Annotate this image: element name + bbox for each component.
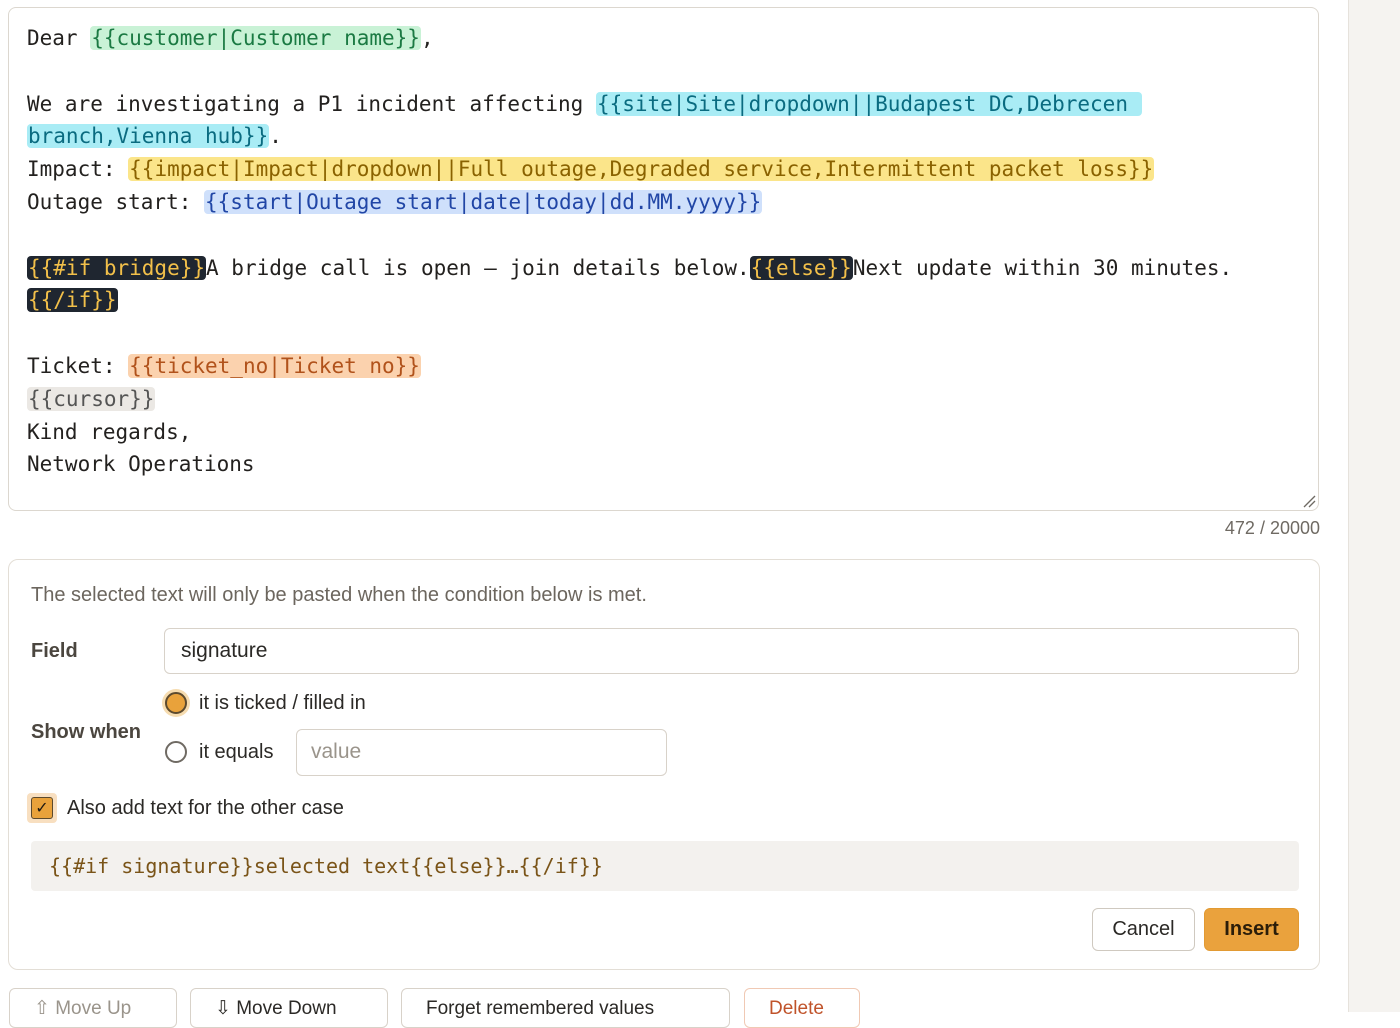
template-token: {{impact|Impact|dropdown||Full outage,De… xyxy=(128,157,1155,182)
radio-equals[interactable] xyxy=(165,741,187,763)
template-token: {{/if}} xyxy=(27,288,118,313)
character-counter: 472 / 20000 xyxy=(1224,518,1320,538)
editor-line: {{#if bridge}}A bridge call is open — jo… xyxy=(27,252,1297,285)
condition-preview: {{#if signature}}selected text{{else}}…{… xyxy=(31,841,1299,891)
template-token: {{ticket_no|Ticket no}} xyxy=(128,353,421,378)
editor-line: Outage start: {{start|Outage start|date|… xyxy=(27,186,1297,219)
side-gutter xyxy=(1348,0,1400,1012)
template-editor[interactable]: Dear {{customer|Customer name}}, We are … xyxy=(8,7,1319,511)
forget-values-button[interactable]: Forget remembered values xyxy=(401,988,730,1028)
delete-button[interactable]: Delete xyxy=(744,988,860,1028)
editor-text-segment: Next update within 30 minutes. xyxy=(852,255,1233,280)
also-add-checkbox[interactable]: ✓ xyxy=(27,793,57,823)
template-token: branch,Vienna hub}} xyxy=(27,124,270,149)
template-text[interactable]: Dear {{customer|Customer name}}, We are … xyxy=(27,22,1297,481)
editor-text-segment: Kind regards, xyxy=(27,419,192,444)
editor-text-segment: Impact: xyxy=(27,157,129,182)
editor-text-segment: Ticket: xyxy=(27,353,129,378)
radio-equals-label[interactable]: it equals xyxy=(199,741,274,764)
editor-line: Impact: {{impact|Impact|dropdown||Full o… xyxy=(27,153,1297,186)
radio-ticked[interactable] xyxy=(165,692,187,714)
editor-line: {{/if}} xyxy=(27,284,1297,317)
editor-line: branch,Vienna hub}}. xyxy=(27,120,1297,153)
editor-line: Ticket: {{ticket_no|Ticket no}} xyxy=(27,350,1297,383)
editor-text-segment: We are investigating a P1 incident affec… xyxy=(27,91,596,116)
template-token: {{cursor}} xyxy=(27,386,156,411)
editor-text-segment: , xyxy=(420,26,434,50)
show-when-label: Show when xyxy=(31,721,141,743)
editor-line: Kind regards, xyxy=(27,416,1297,449)
editor-text-segment: . xyxy=(269,124,282,149)
editor-line: {{cursor}} xyxy=(27,383,1297,416)
editor-line: Network Operations xyxy=(27,448,1297,481)
template-token: {{customer|Customer name}} xyxy=(90,26,421,50)
template-token: {{site|Site|dropdown||Budapest DC,Debrec… xyxy=(595,91,1142,116)
editor-line: Dear {{customer|Customer name}}, xyxy=(27,22,1297,55)
insert-button[interactable]: Insert xyxy=(1204,908,1299,951)
template-token: {{start|Outage start|date|today|dd.MM.yy… xyxy=(204,189,763,214)
field-label: Field xyxy=(31,640,78,662)
condition-panel: The selected text will only be pasted wh… xyxy=(8,559,1320,970)
template-token: {{else}} xyxy=(749,255,853,280)
template-token: {{#if bridge}} xyxy=(27,255,207,280)
radio-ticked-label[interactable]: it is ticked / filled in xyxy=(199,692,366,715)
move-down-button[interactable]: ⇩ Move Down xyxy=(190,988,388,1028)
also-add-label[interactable]: Also add text for the other case xyxy=(67,797,344,820)
cancel-button[interactable]: Cancel xyxy=(1092,908,1195,951)
field-input[interactable]: signature xyxy=(164,628,1299,674)
checkmark-icon: ✓ xyxy=(31,797,53,819)
condition-note: The selected text will only be pasted wh… xyxy=(31,584,647,606)
editor-line: We are investigating a P1 incident affec… xyxy=(27,88,1297,121)
editor-text-segment: Network Operations xyxy=(27,452,255,477)
editor-text-segment: Dear xyxy=(27,26,91,50)
editor-text-segment: Outage start: xyxy=(27,189,205,214)
editor-text-segment: A bridge call is open — join details bel… xyxy=(206,255,750,280)
value-input[interactable]: value xyxy=(296,729,667,776)
resize-handle-icon[interactable] xyxy=(1302,494,1316,508)
move-up-button[interactable]: ⇧ Move Up xyxy=(9,988,177,1028)
